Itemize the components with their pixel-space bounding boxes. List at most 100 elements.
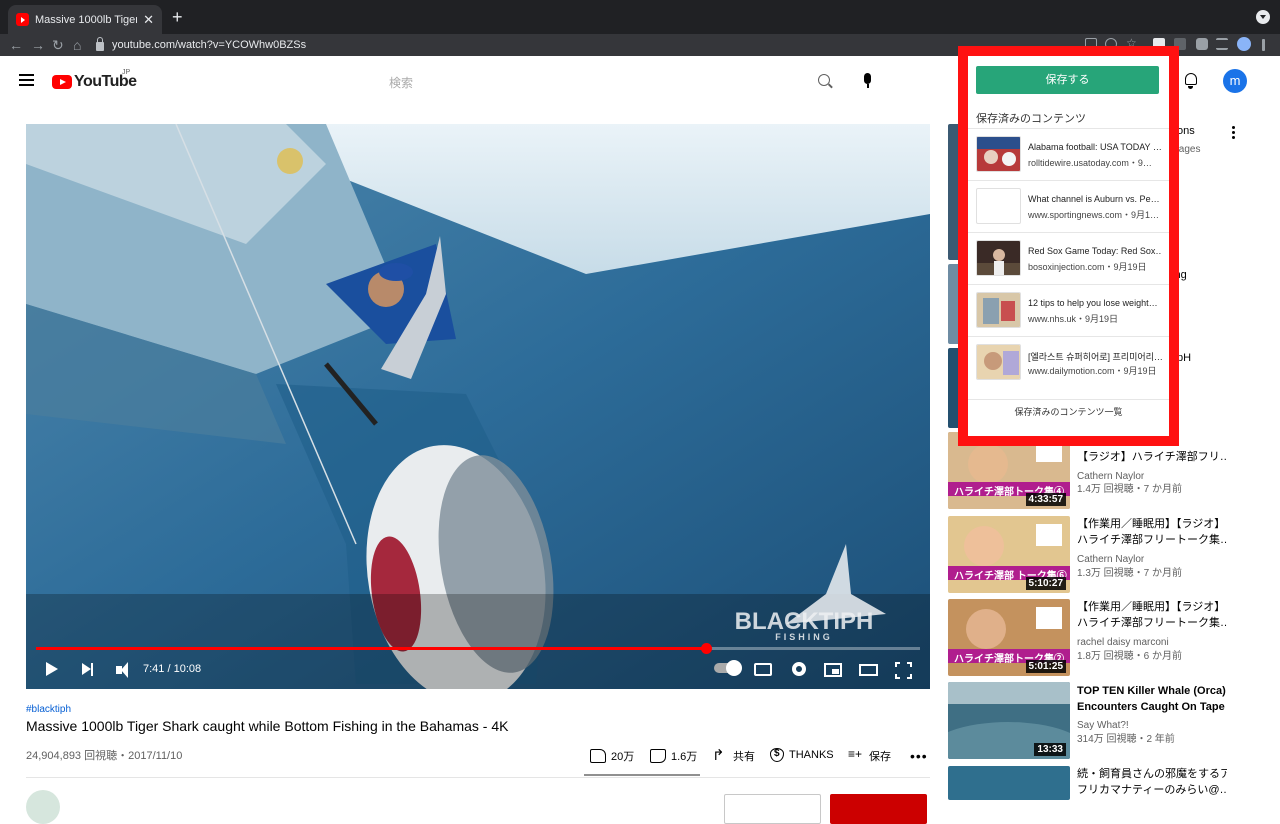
back-icon[interactable]: ← [9,36,23,54]
youtube-favicon-icon [16,13,29,26]
extensions-puzzle-icon[interactable] [1196,38,1208,50]
rec-title-line: TOP TEN Killer Whale (Orca) [1077,685,1226,697]
share-label: 共有 [733,751,755,763]
home-icon[interactable]: ⌂ [73,36,81,54]
rec-thumbnail[interactable]: ハライチ澤部 トーク集⑥ 5:10:27 [948,516,1070,593]
duration-badge: 13:33 [1034,743,1066,756]
url-field[interactable]: youtube.com/watch?v=YCOWhw0BZSs [96,36,306,54]
microphone-icon[interactable] [864,73,871,88]
profile-icon[interactable] [1237,37,1251,51]
saved-item-title: Red Sox Game Today: Red Sox… [1028,246,1162,256]
dislike-button[interactable]: 1.6万 [650,748,697,764]
subtitles-icon[interactable] [754,663,772,676]
progress-bar[interactable] [36,643,920,654]
play-icon[interactable] [46,662,58,676]
menu-kebab-icon[interactable] [1262,39,1265,51]
reload-icon[interactable]: ↻ [52,36,64,54]
add-to-playlist-icon [848,747,864,763]
fishing-watermark-text: FISHING [775,632,833,642]
close-tab-icon[interactable]: ✕ [143,12,154,28]
rec-title-line: Encounters Caught On Tape [1077,701,1225,713]
channel-avatar[interactable] [26,790,60,824]
like-count: 20万 [611,751,635,763]
saved-content-list-link[interactable]: 保存済みのコンテンツ一覧 [968,399,1169,418]
saved-item-thumbnail [976,292,1021,328]
volume-icon[interactable] [116,662,128,678]
search-icon[interactable] [818,74,830,86]
rec-stats: 1.4万 回視聴・7 か月前 [1077,484,1183,495]
rec-title[interactable]: TOP TEN Killer Whale (Orca) Encounters C… [1077,683,1227,715]
rec-title-line: 【作業用／睡眠用】【ラジオ】 [1077,601,1226,613]
share-button[interactable]: 共有 [712,746,755,764]
save-page-button[interactable]: 保存する [976,66,1159,94]
autoplay-toggle[interactable] [714,660,742,676]
thanks-button[interactable]: THANKS [770,748,834,762]
rec-thumbnail[interactable]: ハライチ澤部トーク集② 5:01:25 [948,599,1070,676]
fullscreen-icon[interactable] [895,662,912,679]
saved-content-popup: 保存する 保存済みのコンテンツ Alabama football: USA TO… [958,46,1179,446]
url-text: youtube.com/watch?v=YCOWhw0BZSs [112,39,307,51]
rec-thumbnail[interactable] [948,766,1070,800]
browser-tab[interactable]: Massive 1000lb Tiger Shark ca ✕ [8,5,162,34]
rec-more-icon[interactable] [1232,126,1235,139]
time-display: 7:41 / 10:08 [143,663,202,675]
youtube-logo-icon [52,75,72,89]
bell-icon[interactable] [1185,73,1197,89]
saved-item[interactable]: 12 tips to help you lose weight… www.nhs… [968,284,1169,336]
like-ratio-bar [584,774,700,776]
saved-item-meta: www.sportingnews.com・9月1… [1028,210,1160,220]
more-actions-icon[interactable]: ••• [910,748,928,764]
divider [26,777,930,778]
hamburger-menu-icon[interactable] [19,74,34,86]
avatar[interactable]: m [1223,69,1247,93]
saved-item[interactable]: Red Sox Game Today: Red Sox… bosoxinject… [968,232,1169,284]
saved-item-meta: bosoxinjection.com・9月19日 [1028,262,1147,272]
lock-icon [96,37,104,51]
progress-played [36,647,707,650]
rec-stats: 1.3万 回視聴・7 か月前 [1077,568,1183,579]
like-button[interactable]: 20万 [590,748,634,764]
saved-content-heading: 保存済みのコンテンツ [976,113,1086,125]
rec-title-line: 【作業用／睡眠用】【ラジオ】 [1077,518,1226,530]
saved-item[interactable]: Alabama football: USA TODAY … rolltidewi… [968,128,1169,180]
saved-content-list: Alabama football: USA TODAY … rolltidewi… [968,128,1169,388]
saved-item[interactable]: [엘라스트 슈퍼히어로] 프리미어리… www.dailymotion.com・… [968,336,1169,388]
miniplayer-icon[interactable] [824,663,842,677]
save-button[interactable]: 保存 [848,747,891,764]
rec-title[interactable]: 続・飼育員さんの邪魔をするア フリカマナティーのみらい@… [1077,766,1227,798]
rec-title-line: ハライチ澤部フリートーク集… [1077,534,1227,546]
next-icon[interactable] [82,662,93,676]
thumbs-down-icon [650,749,666,763]
new-tab-button[interactable]: + [172,8,183,26]
saved-item[interactable]: What channel is Auburn vs. Pe… www.sport… [968,180,1169,232]
saved-item-meta: www.dailymotion.com・9月19日 [1028,366,1157,376]
save-label: 保存 [869,751,891,763]
theater-mode-icon[interactable] [859,664,878,676]
rec-title[interactable]: 【作業用／睡眠用】【ラジオ】 ハライチ澤部フリートーク集… [1077,516,1227,548]
duration-badge: 4:33:57 [1025,493,1066,506]
saved-item-thumbnail [976,240,1021,276]
subscribe-button[interactable] [830,794,927,824]
tab-search-icon[interactable] [1256,10,1270,24]
super-thanks-icon [770,748,784,762]
thumbs-up-icon [590,749,606,763]
video-player[interactable]: BLACKTIPH FISHING 7:41 / 10:08 [26,124,930,689]
rec-thumbnail[interactable]: 13:33 [948,682,1070,759]
progress-scrubber[interactable] [701,643,713,654]
join-button[interactable] [724,794,821,824]
saved-item-meta: www.nhs.uk・9月19日 [1028,314,1119,324]
browser-tab-bar: Massive 1000lb Tiger Shark ca ✕ + [0,0,1280,34]
video-frame: BLACKTIPH FISHING [26,124,930,689]
duration-badge: 5:10:27 [1025,577,1066,590]
saved-item-title: Alabama football: USA TODAY … [1028,142,1162,152]
tab-title: Massive 1000lb Tiger Shark ca [35,13,138,26]
reading-list-icon[interactable] [1216,38,1228,50]
forward-icon[interactable]: → [31,36,45,54]
hashtag-link[interactable]: #blacktiph [26,704,71,715]
settings-gear-icon[interactable] [792,662,806,676]
saved-item-title: 12 tips to help you lose weight… [1028,298,1158,308]
search-input[interactable]: 検索 [389,74,413,91]
saved-item-title: What channel is Auburn vs. Pe… [1028,194,1160,204]
rec-title[interactable]: 【作業用／睡眠用】【ラジオ】 ハライチ澤部フリートーク集… [1077,599,1227,631]
view-count-date: 24,904,893 回視聴・2017/11/10 [26,750,183,762]
